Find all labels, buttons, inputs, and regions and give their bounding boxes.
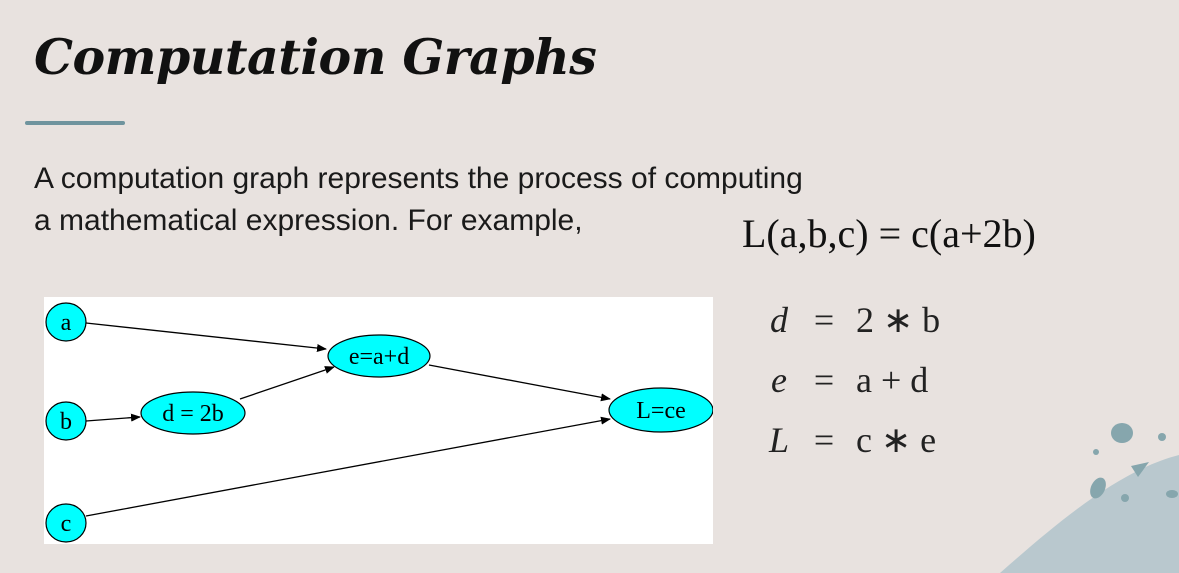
equation-list: d = 2 ∗ b e = a + d L = c ∗ e [756,290,940,470]
equation-rhs: 2 ∗ b [856,300,941,340]
node-e: e=a+d [327,334,431,378]
node-e-label: e=a+d [349,344,409,370]
node-L: L=ce [608,387,713,433]
slide-title: Computation Graphs [34,28,597,86]
edge-d-to-e [239,366,335,400]
decorative-dot [1121,494,1129,502]
node-d: d = 2b [140,391,246,435]
equation-equals: = [813,360,835,400]
node-d-label: d = 2b [162,401,224,427]
node-L-label: L=ce [636,398,686,424]
decorative-dot [1111,423,1133,443]
equation-equals: = [813,420,835,460]
node-b: b [45,401,87,441]
equation-lhs: d [770,300,788,340]
node-b-label: b [60,409,72,435]
body-line-2: a mathematical expression. For example, [34,204,583,237]
node-a: a [45,302,87,342]
node-c-label: c [61,511,72,537]
equation-lhs: L [768,420,790,460]
equation-row: d = 2 ∗ b [756,290,940,350]
computation-graph: a b c d = 2b e=a+d L=ce [45,302,713,543]
node-a-label: a [61,310,72,336]
edge-b-to-d [85,413,141,422]
edge-a-to-e [85,322,327,353]
equation-row: L = c ∗ e [756,410,940,470]
computation-graph-panel: a b c d = 2b e=a+d L=ce [44,297,713,544]
decorative-dot [1166,490,1178,498]
example-formula: L(a,b,c) = c(a+2b) [742,211,1036,256]
decorative-dot [1093,449,1099,455]
node-c: c [45,503,87,543]
body-line-1: A computation graph represents the proce… [34,162,803,195]
decorative-dot [1158,433,1166,441]
equation-rhs: c ∗ e [856,420,937,460]
equation-equals: = [813,300,835,340]
title-underline [25,121,125,125]
equation-row: e = a + d [756,350,940,410]
equation-rhs: a + d [856,360,929,400]
equation-lhs: e [771,360,787,400]
edge-c-to-L [85,416,611,517]
body-text: A computation graph represents the proce… [34,158,803,242]
edge-e-to-L [428,364,611,402]
decorative-corner-shape [1000,455,1179,573]
